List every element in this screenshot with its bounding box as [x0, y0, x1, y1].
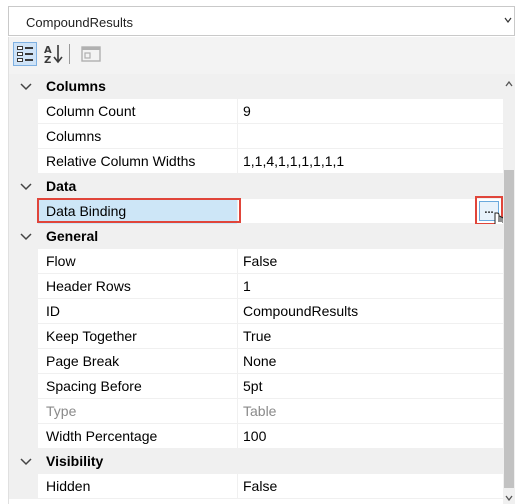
dropdown-arrow-icon[interactable]	[504, 16, 512, 24]
property-name: Page Break	[46, 353, 120, 369]
category-general[interactable]: General	[9, 224, 503, 249]
sort-az-icon: A Z	[44, 45, 63, 66]
svg-text:Z: Z	[44, 55, 51, 66]
toolbar-separator	[69, 44, 70, 64]
property-row[interactable]: Column Count 9	[9, 99, 503, 124]
category-label: Columns	[46, 78, 106, 94]
property-name: Columns	[46, 128, 102, 144]
property-name: ID	[46, 303, 60, 319]
property-row[interactable]: Flow False	[9, 249, 503, 274]
callout-box-property-name	[37, 198, 241, 223]
category-data[interactable]: Data	[9, 174, 503, 199]
object-selector[interactable]: CompoundResults	[8, 6, 515, 36]
property-value[interactable]: 9	[243, 103, 251, 119]
property-name: Column Count	[46, 103, 136, 119]
category-columns[interactable]: Columns	[9, 74, 503, 99]
property-name: Type	[46, 403, 77, 419]
property-name: Relative Column Widths	[46, 153, 196, 169]
property-grid: Columns Column Count 9 Columns Relative …	[8, 74, 503, 504]
property-value[interactable]: False	[243, 478, 277, 494]
property-value[interactable]: 100	[243, 428, 266, 444]
category-visibility[interactable]: Visibility	[9, 449, 503, 474]
property-name: Keep Together	[46, 328, 137, 344]
property-row[interactable]: Spacing Before 5pt	[9, 374, 503, 399]
property-pages-icon	[81, 46, 101, 62]
category-label: Visibility	[46, 453, 104, 469]
property-name: Width Percentage	[46, 428, 158, 444]
property-pages-button[interactable]	[79, 42, 103, 66]
chevron-down-icon[interactable]	[20, 457, 32, 467]
property-row[interactable]: Type Table	[9, 399, 503, 424]
property-name: Spacing Before	[46, 378, 142, 394]
property-row[interactable]: Hidden False	[9, 474, 503, 499]
category-label: General	[46, 228, 99, 244]
property-value[interactable]: 1,1,4,1,1,1,1,1,1	[243, 153, 344, 169]
property-name: Hidden	[46, 478, 91, 494]
category-label: Data	[46, 178, 77, 194]
property-row[interactable]: ID CompoundResults	[9, 299, 503, 324]
property-row[interactable]: Page Break None	[9, 349, 503, 374]
property-row[interactable]: Keep Together True	[9, 324, 503, 349]
property-row-data-binding[interactable]: Data Binding ...	[9, 196, 503, 234]
property-name: Header Rows	[46, 278, 131, 294]
property-value[interactable]: 5pt	[243, 378, 262, 394]
property-value[interactable]: None	[243, 353, 276, 369]
alphabetical-button[interactable]: A Z	[41, 42, 65, 66]
vertical-scrollbar[interactable]	[503, 74, 515, 504]
toolbar: A Z	[8, 37, 515, 74]
property-value[interactable]: CompoundResults	[243, 303, 358, 319]
scrollbar-thumb[interactable]	[504, 170, 514, 488]
scroll-up-arrow-icon[interactable]	[505, 81, 513, 87]
property-row[interactable]: Columns	[9, 124, 503, 149]
property-row[interactable]: Header Rows 1	[9, 274, 503, 299]
property-value[interactable]: True	[243, 328, 271, 344]
property-value[interactable]: False	[243, 253, 277, 269]
property-row[interactable]: Relative Column Widths 1,1,4,1,1,1,1,1,1	[9, 149, 503, 174]
property-value[interactable]: 1	[243, 278, 251, 294]
categorized-icon	[17, 46, 33, 62]
chevron-down-icon[interactable]	[20, 232, 32, 242]
object-selector-value: CompoundResults	[26, 15, 133, 30]
property-row[interactable]: Width Percentage 100	[9, 424, 503, 449]
property-name: Flow	[46, 253, 76, 269]
property-value: Table	[243, 403, 277, 419]
chevron-down-icon[interactable]	[20, 82, 32, 92]
categorized-button[interactable]	[13, 42, 37, 66]
chevron-down-icon[interactable]	[20, 182, 32, 192]
scroll-down-arrow-icon[interactable]	[505, 495, 513, 501]
